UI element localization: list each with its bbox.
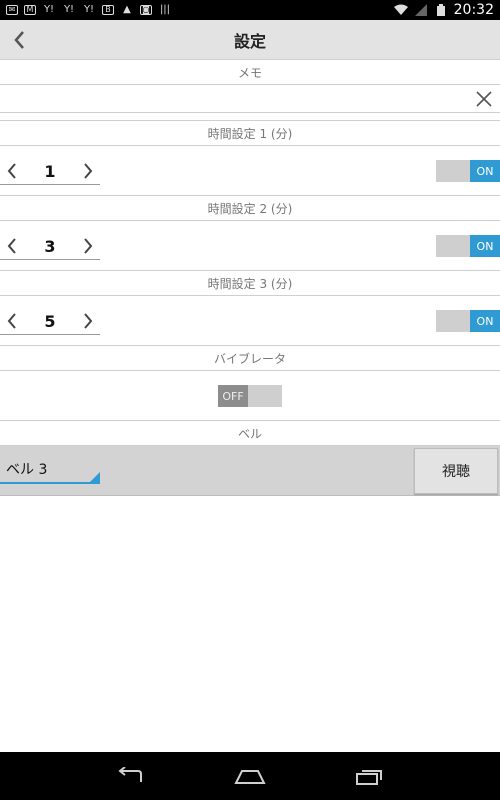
yahoo-icon: Y!	[83, 4, 95, 15]
nav-back-button[interactable]	[110, 761, 150, 791]
memo-row	[0, 85, 500, 113]
toggle-state: ON	[470, 310, 500, 332]
toggle-state: ON	[470, 235, 500, 257]
chevron-left-icon	[7, 238, 16, 254]
bag-icon: ◙	[140, 5, 152, 15]
timer-2-increment-button[interactable]	[76, 234, 100, 258]
chevron-left-icon	[7, 313, 16, 329]
chevron-right-icon	[84, 238, 93, 254]
timer-1-decrement-button[interactable]	[0, 159, 24, 183]
listen-button[interactable]: 視聴	[414, 448, 498, 494]
timer-3-row: 5 ON	[0, 296, 500, 346]
timer-3-toggle[interactable]: ON	[436, 310, 500, 332]
timer-2-toggle[interactable]: ON	[436, 235, 500, 257]
timer-3-value: 5	[44, 311, 56, 331]
nav-home-button[interactable]	[230, 761, 270, 791]
b-icon: B	[102, 5, 114, 15]
recent-apps-icon	[356, 770, 382, 785]
navigation-bar	[0, 752, 500, 800]
app-bar: 設定	[0, 20, 500, 60]
close-icon	[476, 91, 492, 107]
warning-icon: ▲	[123, 4, 131, 15]
timer-2-label: 時間設定 2 (分)	[0, 196, 500, 221]
memo-label: メモ	[0, 60, 500, 85]
memo-clear-button[interactable]	[474, 89, 494, 109]
gmail-icon: M	[24, 5, 36, 15]
notification-icons: ✉ M Y! Y! Y! B ▲ ◙ |||	[6, 4, 172, 16]
chevron-right-icon	[84, 313, 93, 329]
system-icons: 20:32	[393, 2, 494, 18]
back-icon	[118, 767, 142, 782]
chevron-left-icon	[14, 31, 24, 49]
timer-3-increment-button[interactable]	[76, 309, 100, 333]
home-icon	[234, 770, 266, 784]
chevron-right-icon	[84, 163, 93, 179]
timer-3-stepper: 5	[0, 308, 100, 335]
page-title: 設定	[233, 31, 266, 51]
memo-input[interactable]	[0, 85, 470, 112]
vibrator-toggle[interactable]: OFF	[218, 385, 282, 407]
status-bar: ✉ M Y! Y! Y! B ▲ ◙ ||| 20:32	[0, 0, 500, 20]
settings-content: メモ 時間設定 1 (分) 1 ON 時間設定 2 (分) 3 ON 時間設定 …	[0, 60, 500, 496]
barcode-icon: |||	[159, 4, 171, 15]
timer-3-decrement-button[interactable]	[0, 309, 24, 333]
chevron-left-icon	[7, 163, 16, 179]
status-time: 20:32	[453, 2, 494, 18]
back-button[interactable]	[6, 26, 34, 54]
yahoo-icon: Y!	[63, 4, 75, 15]
timer-1-stepper: 1	[0, 158, 100, 185]
timer-1-toggle[interactable]: ON	[436, 160, 500, 182]
timer-2-decrement-button[interactable]	[0, 234, 24, 258]
wifi-icon	[393, 4, 408, 16]
timer-1-increment-button[interactable]	[76, 159, 100, 183]
timer-2-row: 3 ON	[0, 221, 500, 271]
mail-icon: ✉	[6, 5, 18, 15]
signal-icon	[414, 4, 428, 16]
bell-selected-value: ベル 3	[6, 462, 48, 478]
nav-recent-apps-button[interactable]	[350, 761, 390, 791]
toggle-state: ON	[470, 160, 500, 182]
bell-dropdown[interactable]: ベル 3	[0, 456, 100, 484]
bell-label: ベル	[0, 421, 500, 446]
timer-1-value: 1	[44, 161, 56, 181]
vibrator-row: OFF	[0, 371, 500, 421]
timer-2-value: 3	[44, 236, 56, 256]
toggle-state: OFF	[218, 385, 248, 407]
yahoo-icon: Y!	[43, 4, 55, 15]
timer-3-label: 時間設定 3 (分)	[0, 271, 500, 296]
timer-1-row: 1 ON	[0, 146, 500, 196]
vibrator-label: バイブレータ	[0, 346, 500, 371]
dropdown-indicator-icon	[90, 472, 100, 482]
timer-2-stepper: 3	[0, 233, 100, 260]
battery-icon	[434, 4, 448, 16]
timer-1-label: 時間設定 1 (分)	[0, 121, 500, 146]
bell-row: ベル 3 視聴	[0, 446, 500, 496]
spacer	[0, 113, 500, 121]
